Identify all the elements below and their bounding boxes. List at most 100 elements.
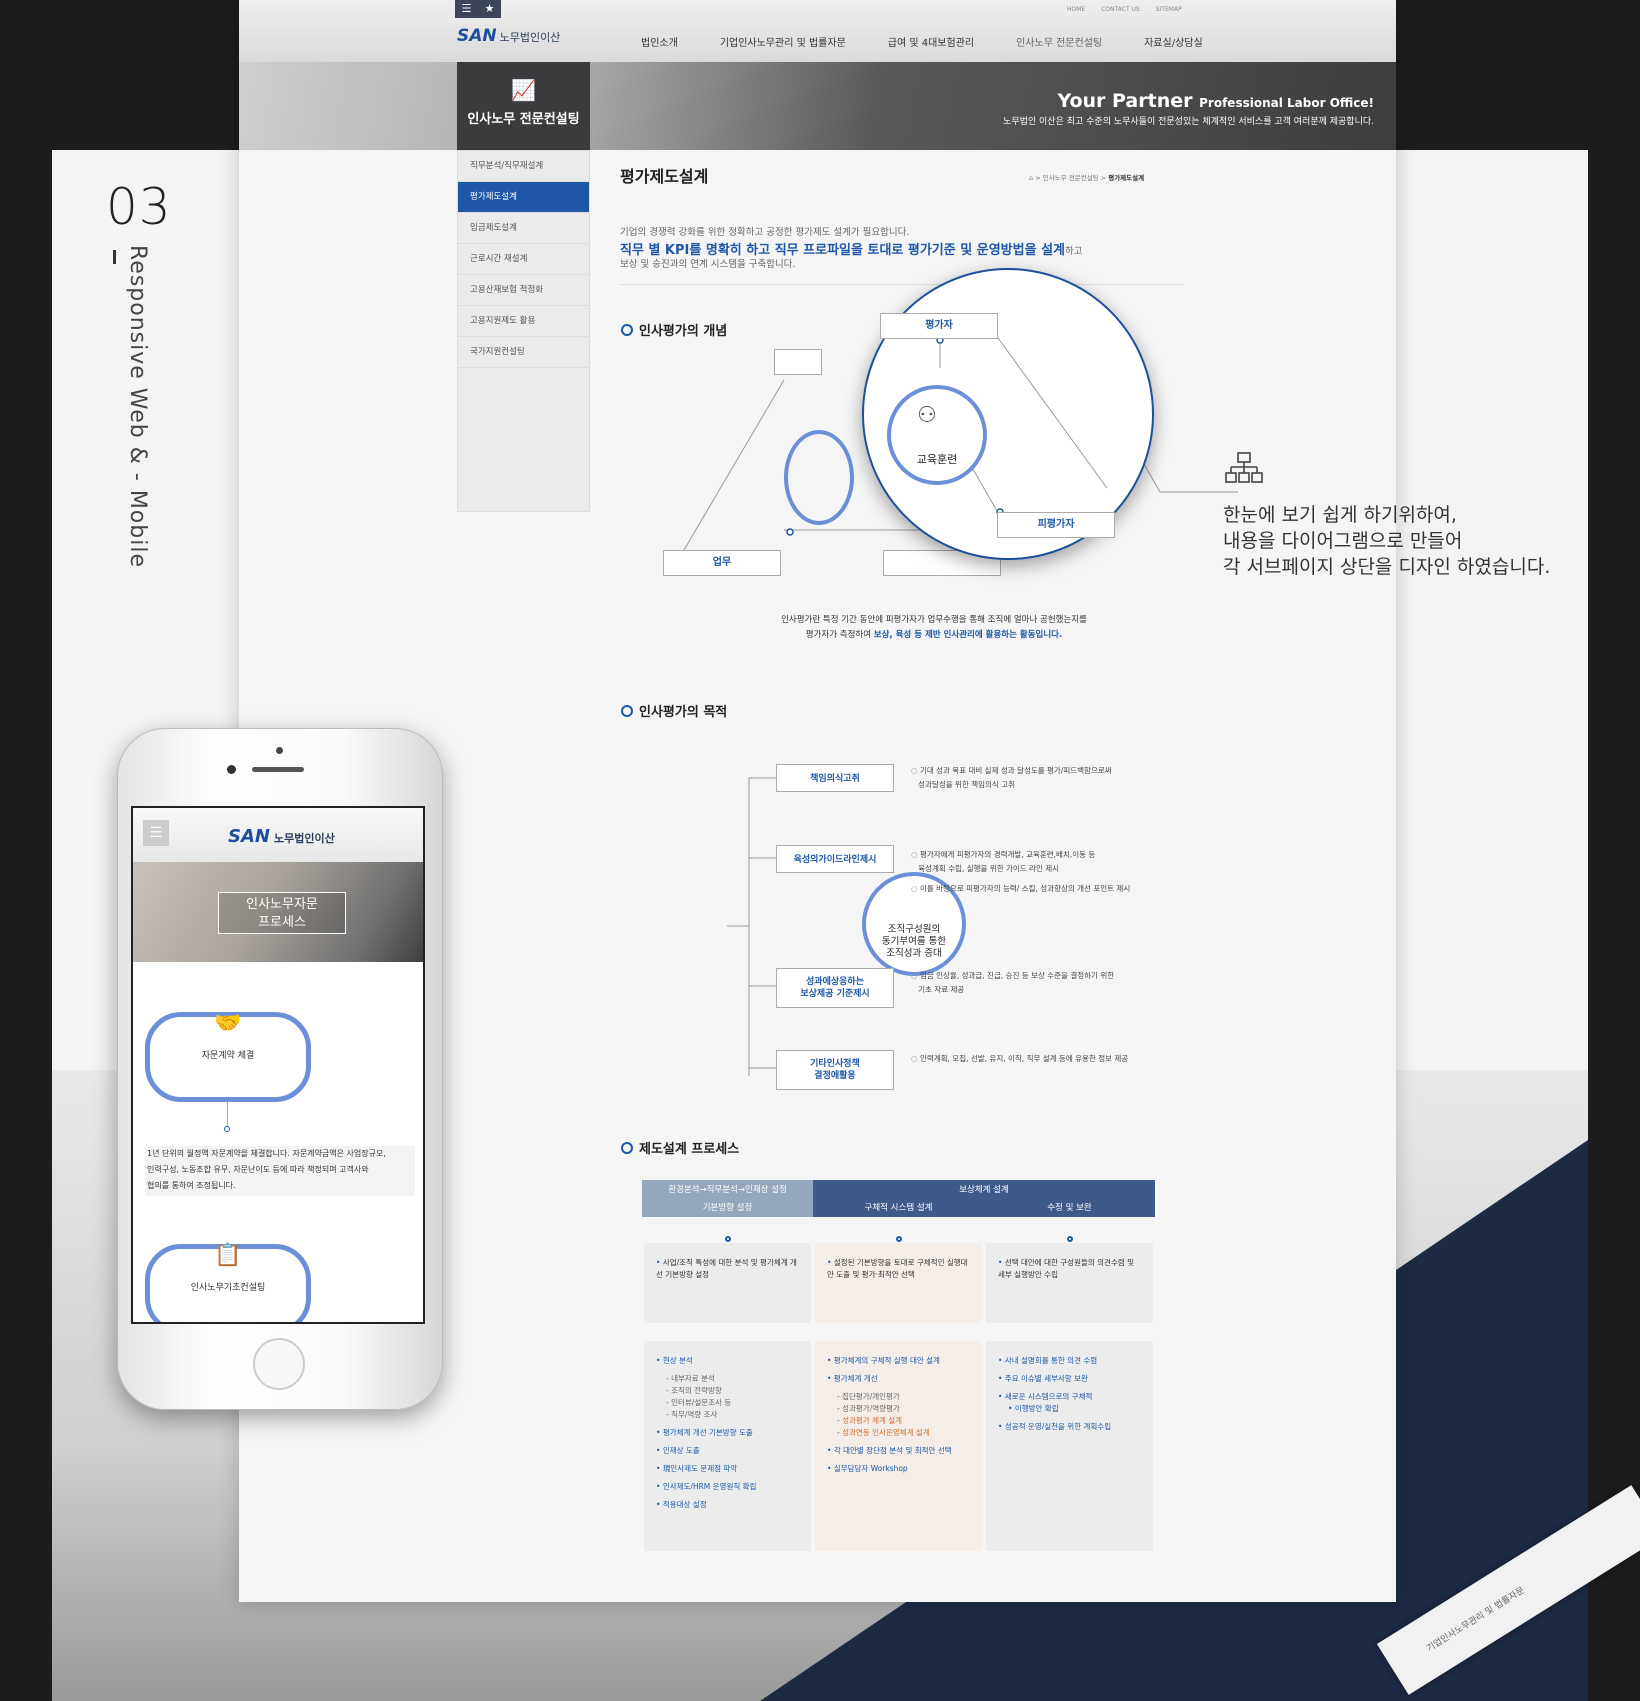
logo-name: 노무법인이산 — [499, 31, 561, 44]
concept-node-work: 업무 — [663, 550, 781, 576]
concept-center-ring — [784, 430, 854, 525]
gnb-item-about[interactable]: 법인소개 — [641, 34, 678, 49]
process-step-3: 수정 및 보완 — [1047, 1203, 1092, 1213]
breadcrumb-item[interactable]: 인사노무 전문컨설팅 — [1043, 174, 1099, 182]
util-link-contact[interactable]: CONTACT US — [1101, 6, 1140, 13]
phone-sensor — [276, 747, 283, 754]
intro-line-1: 기업의 경쟁력 강화를 위한 정확하고 공정한 평가제도 설계가 필요합니다. — [620, 227, 910, 238]
logo-mark: SAN — [457, 26, 497, 46]
intro-line-3: 보상 및 승진과의 연계 시스템을 구축합니다. — [620, 259, 796, 270]
mobile-visual-title: 인사노무자문 프로세스 — [218, 892, 346, 934]
purpose-heading-text: 인사평가의 목적 — [639, 705, 728, 720]
gnb-item-archive[interactable]: 자료실/상담실 — [1144, 34, 1203, 49]
page-title: 평가제도설계 — [620, 167, 709, 186]
process-top-right: 보상체계 설계 — [959, 1185, 1009, 1195]
process-row2-col1: 현상 분석 내부자료 분석 조직의 전략방향 인터뷰/설문조사 등 직무/역량 … — [644, 1341, 811, 1551]
purpose-center-line: 조직구성원의 — [887, 924, 941, 935]
side-nav: 직무분석/직무재설계 평가제도설계 임금제도설계 근로시간 재설계 고용산재보험… — [457, 150, 590, 512]
purpose-heading: 인사평가의 목적 — [621, 701, 727, 720]
mobile-desc-line: 1년 단위의 월정액 자문계약을 체결합니다. 자문계약금액은 사업장규모, — [147, 1149, 386, 1158]
intro-tail: 하고 — [1064, 246, 1083, 257]
mobile-logo[interactable]: SAN 노무법인이산 — [228, 826, 335, 847]
mobile-logo-name: 노무법인이산 — [273, 832, 335, 845]
purpose-item-responsibility: 책임의식고취 — [776, 764, 894, 792]
menu-icon[interactable]: ☰ — [455, 0, 478, 18]
lnb-item-employment-support[interactable]: 고용지원제도 활용 — [458, 306, 589, 337]
zoom-node-evaluator: 평가자 — [880, 313, 998, 339]
zoom-center-circle: ⚇ 교육훈련 — [887, 385, 987, 485]
lnb-item-worktime[interactable]: 근로시간 재설계 — [458, 244, 589, 275]
purpose-item-guideline: 육성의가이드라인제시 — [776, 845, 894, 873]
lnb-item-job-analysis[interactable]: 직무분석/직무재설계 — [458, 151, 589, 182]
annotation-line: 한눈에 보기 쉽게 하기위하여, — [1223, 504, 1457, 526]
bullet-icon — [621, 323, 633, 336]
process-dot — [896, 1236, 902, 1242]
mobile-desc-line: 협의를 통하여 조정됩니다. — [147, 1181, 236, 1190]
slogan-desc: 노무법인 이산은 최고 수준의 노무사들이 전문성있는 체계적인 서비스를 고객… — [1003, 117, 1374, 127]
mobile-visual-line: 프로세스 — [258, 915, 306, 930]
site-header — [239, 0, 1396, 62]
zoom-center-label: 교육훈련 — [916, 453, 958, 466]
process-step-2: 구체적 시스템 설계 — [864, 1203, 933, 1213]
phone-speaker — [252, 767, 304, 772]
site-logo[interactable]: SAN 노무법인이산 — [457, 26, 560, 46]
section-title-vertical: Responsive Web & - Mobile — [125, 245, 150, 568]
slogan-sub: Professional Labor Office! — [1199, 96, 1374, 110]
mobile-header: ☰ SAN 노무법인이산 — [133, 808, 423, 862]
concept-heading-text: 인사평가의 개념 — [639, 324, 728, 339]
lnb-item-national-consulting[interactable]: 국가지원컨설팅 — [458, 337, 589, 368]
section-number: 03 — [106, 178, 172, 236]
process-heading: 제도설계 프로세스 — [621, 1138, 739, 1157]
people-network-icon: ⚇ — [917, 403, 937, 428]
mobile-desc: 1년 단위의 월정액 자문계약을 체결합니다. 자문계약금액은 사업장규모, 인… — [145, 1146, 415, 1196]
mobile-connector-dot — [224, 1126, 230, 1132]
sub-visual-title-box: 📈 인사노무 전문컨설팅 — [457, 62, 590, 150]
hamburger-menu-icon[interactable]: ☰ — [143, 820, 169, 846]
zoom-node-evaluatee: 피평가자 — [997, 512, 1115, 538]
mobile-visual: 인사노무자문 프로세스 — [133, 862, 423, 962]
concept-desc-2-highlight: 보상, 육성 등 제반 인사관리에 활용하는 활동입니다. — [873, 630, 1063, 640]
gnb-item-consulting[interactable]: 인사노무 전문컨설팅 — [1016, 34, 1102, 49]
concept-node-top-partial — [774, 349, 822, 375]
chart-icon: 📈 — [511, 78, 536, 102]
handshake-icon: 🤝 — [214, 1011, 242, 1036]
process-step-1: 기본방향 설정 — [702, 1203, 753, 1213]
mobile-step-basic-consulting-label: 인사노무기초컨설팅 — [190, 1283, 266, 1293]
home-icon[interactable]: ⌂ — [1029, 174, 1033, 182]
mobile-logo-mark: SAN — [228, 826, 270, 847]
presentation-board-icon: 📋 — [214, 1243, 242, 1268]
purpose-tree-lines — [727, 774, 793, 1076]
global-nav: 법인소개 기업인사노무관리 및 법률자문 급여 및 4대보험관리 인사노무 전문… — [641, 34, 1245, 49]
purpose-desc-1: 기대 성과 목표 대비 실제 성과 달성도를 평가/피드백함으로써 성과달성을 … — [911, 764, 1112, 792]
lnb-item-wage[interactable]: 임금제도설계 — [458, 213, 589, 244]
breadcrumb: ⌂ > 인사노무 전문컨설팅 > 평가제도설계 — [1029, 174, 1145, 182]
star-icon[interactable]: ★ — [478, 0, 501, 18]
purpose-desc-2b: 이를 바탕으로 피평가자의 능력/ 스킬, 성과향상의 개선 포인트 제시 — [911, 882, 1130, 896]
mobile-step-contract-label: 자문계약 체결 — [201, 1051, 255, 1061]
util-icons: ☰ ★ — [455, 0, 501, 18]
purpose-desc-4: 인력계획, 모집, 선발, 유지, 이직, 직무 설계 등에 유용한 정보 제공 — [911, 1052, 1128, 1066]
presentation-canvas: 기업인사노무관리 및 법률자문 03 Responsive Web & - Mo… — [0, 0, 1640, 1701]
purpose-center-line: 동기부여를 통한 — [881, 936, 947, 947]
mobile-desc-line: 인력구성, 노동조합 유무, 자문난이도 등에 따라 책정되며 고객사와 — [147, 1165, 369, 1174]
process-heading-text: 제도설계 프로세스 — [639, 1142, 740, 1157]
lnb-item-evaluation[interactable]: 평가제도설계 — [458, 182, 589, 213]
util-links: HOME CONTACT US SITEMAP — [1067, 6, 1182, 13]
mobile-step-basic-consulting[interactable]: 📋 인사노무기초컨설팅 — [145, 1243, 311, 1322]
lnb-item-insurance[interactable]: 고용산재보험 적정화 — [458, 275, 589, 306]
util-link-home[interactable]: HOME — [1067, 6, 1085, 13]
gnb-item-legal[interactable]: 기업인사노무관리 및 법률자문 — [720, 34, 846, 49]
process-row2-col3: 사내 설명회를 통한 의견 수렴 주요 이슈별 세부사항 보완 새로운 시스템으… — [986, 1341, 1153, 1551]
phone-home-button[interactable] — [253, 1338, 305, 1390]
mobile-step-contract[interactable]: 🤝 자문계약 체결 — [145, 1011, 311, 1102]
purpose-desc-2: 평가자에게 피평가자의 경력개발, 교육훈련,배치,이동 등 육성계획 수립, … — [911, 848, 1095, 876]
concept-heading: 인사평가의 개념 — [621, 320, 727, 339]
process-dot — [1067, 1236, 1073, 1242]
sitemap-icon — [1225, 452, 1263, 491]
purpose-item-reward: 성과에상응하는 보상제공 기준제시 — [776, 968, 894, 1008]
gnb-item-payroll[interactable]: 급여 및 4대보험관리 — [888, 34, 974, 49]
process-row1-col1: 사업/조직 특성에 대한 분석 및 평가체계 개선 기본방향 설정 — [644, 1243, 811, 1323]
process-row1-col3: 선택 대안에 대한 구성원들의 의견수렴 및 세부 실행방안 수립 — [986, 1243, 1153, 1323]
util-link-sitemap[interactable]: SITEMAP — [1156, 6, 1182, 13]
annotation-line: 내용을 다이어그램으로 만들어 — [1223, 530, 1463, 552]
